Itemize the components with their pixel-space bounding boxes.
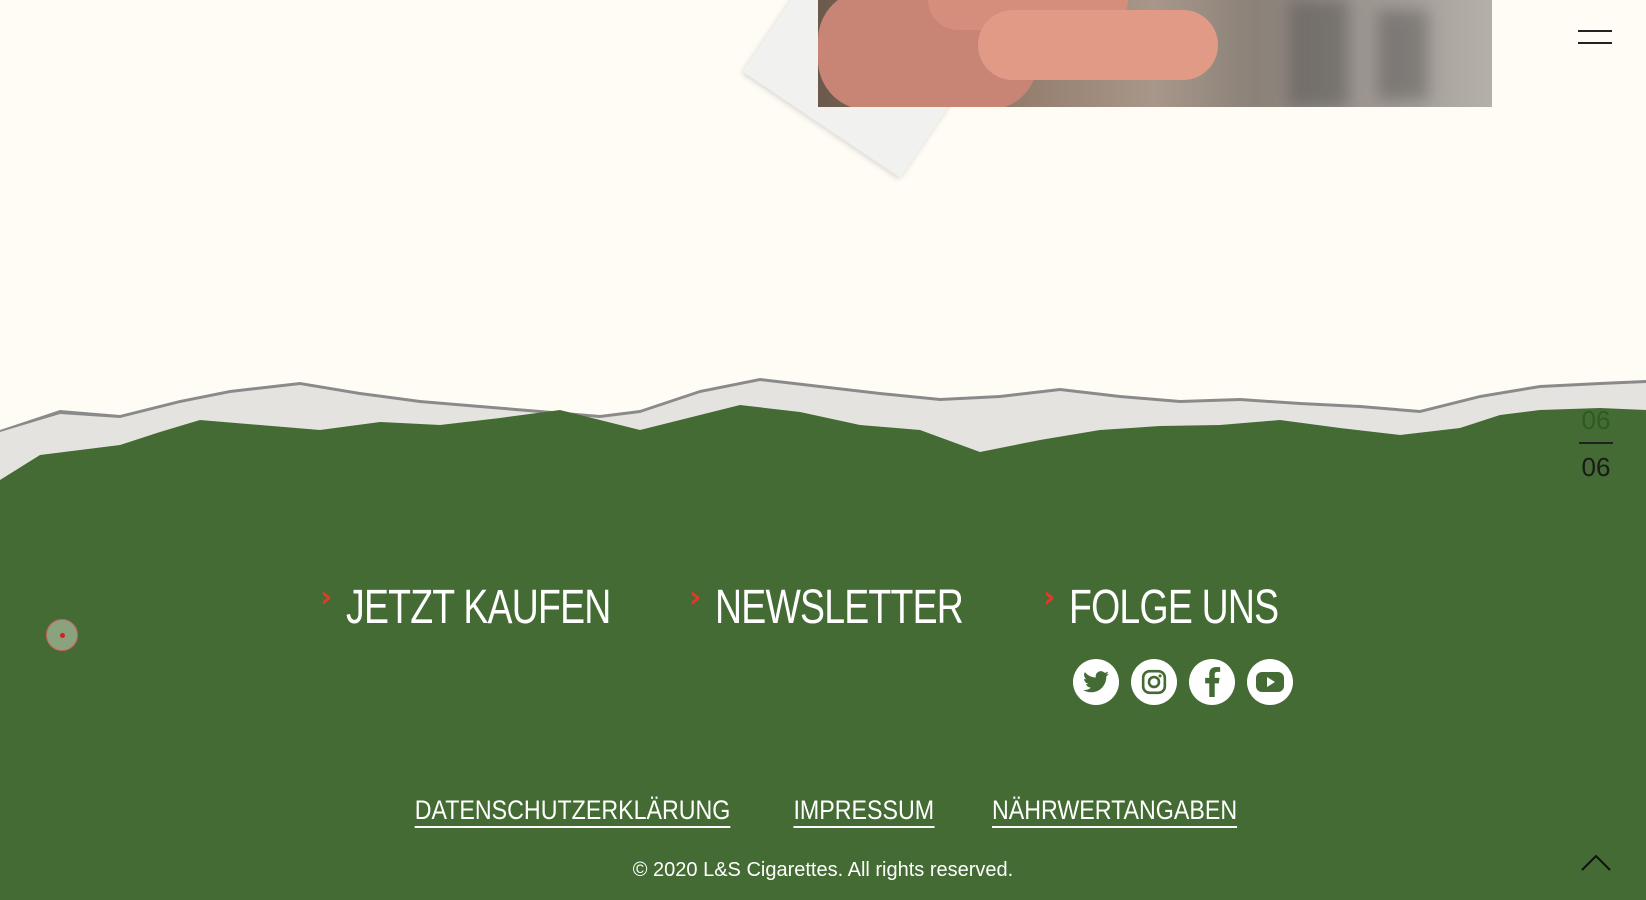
chevron-right-icon: ›: [689, 580, 702, 615]
hamburger-icon[interactable]: [1578, 30, 1612, 44]
folge-uns-link[interactable]: › FOLGE UNS: [1043, 580, 1338, 640]
facebook-icon[interactable]: [1189, 659, 1235, 705]
chevron-right-icon: ›: [320, 580, 333, 615]
hand-photo: [818, 0, 1492, 107]
datenschutz-link[interactable]: DATENSCHUTZERKLÄRUNG: [414, 795, 731, 828]
copyright-text: © 2020 L&S Cigarettes. All rights reserv…: [632, 859, 1014, 881]
footer: [0, 500, 1646, 900]
cta-label: NEWSLETTER: [715, 581, 964, 634]
jetzt-kaufen-link[interactable]: › JETZT KAUFEN: [320, 580, 686, 640]
torn-paper-edge: [0, 378, 1646, 510]
pager-divider: [1579, 442, 1613, 444]
newsletter-link[interactable]: › NEWSLETTER: [689, 580, 1033, 640]
impressum-link[interactable]: IMPRESSUM: [793, 795, 935, 828]
instagram-icon[interactable]: [1131, 659, 1177, 705]
page-indicator: 06 06: [1578, 405, 1614, 483]
naehrwertangaben-link[interactable]: NÄHRWERTANGABEN: [991, 795, 1237, 828]
social-icons: [1073, 659, 1293, 705]
youtube-icon[interactable]: [1247, 659, 1293, 705]
chevron-right-icon: ›: [1043, 580, 1056, 615]
cursor-indicator: [46, 619, 78, 651]
twitter-icon[interactable]: [1073, 659, 1119, 705]
cta-label: JETZT KAUFEN: [346, 581, 611, 634]
total-pages: 06: [1581, 452, 1611, 482]
scroll-to-top-icon[interactable]: [1580, 852, 1612, 872]
current-page: 06: [1581, 405, 1611, 435]
footer-links: DATENSCHUTZERKLÄRUNG IMPRESSUM NÄHRWERTA…: [0, 795, 1646, 828]
cta-label: FOLGE UNS: [1069, 581, 1279, 634]
